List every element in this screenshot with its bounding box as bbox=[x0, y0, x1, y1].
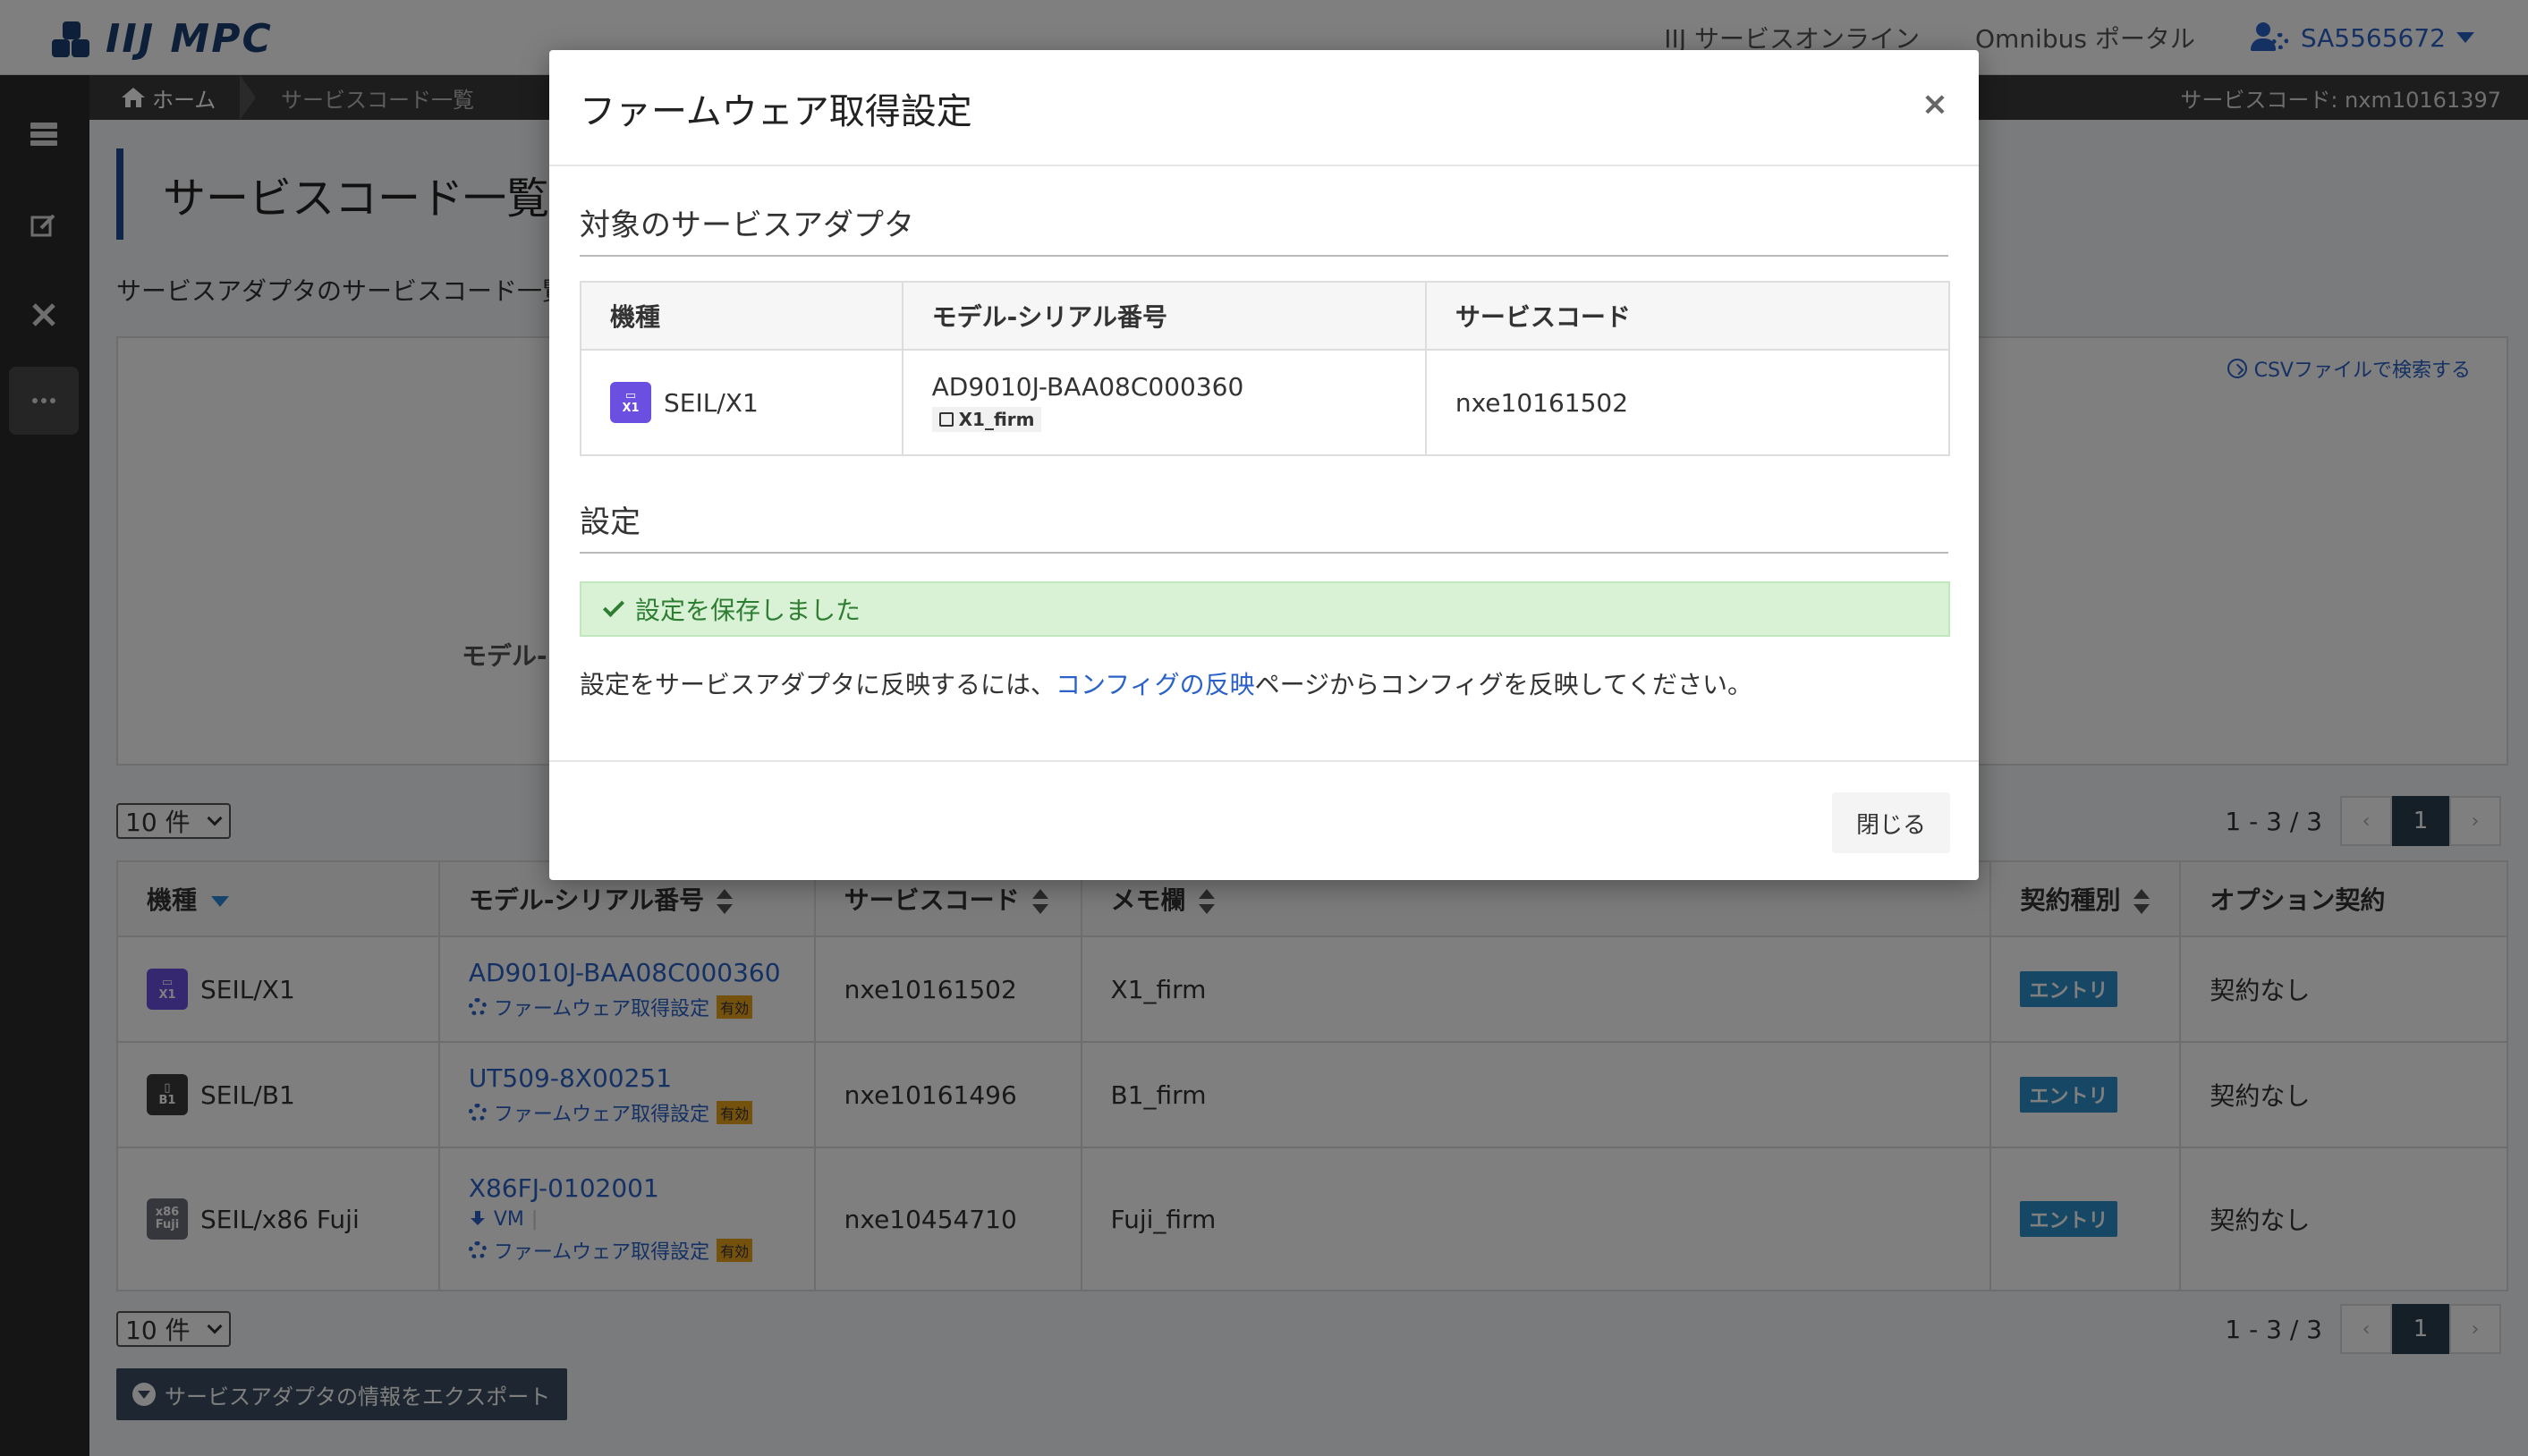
device-model: SEIL/X1 bbox=[664, 387, 759, 418]
seil-x1-icon: ▭X1 bbox=[610, 382, 651, 423]
config-apply-link[interactable]: コンフィグの反映 bbox=[1056, 670, 1255, 699]
memo-tag: X1_firm bbox=[931, 407, 1042, 432]
column-header-serial: モデル-シリアル番号 bbox=[901, 281, 1427, 351]
table-row: ▭ X1 SEIL/X1 AD9010J-BAA08C000360 X1_firm… bbox=[580, 349, 1951, 456]
target-adapter-table: 機種 モデル-シリアル番号 サービスコード ▭ X1 SEIL/X1 AD9010… bbox=[580, 281, 1951, 456]
close-button[interactable]: 閉じる bbox=[1832, 792, 1950, 853]
success-alert: 設定を保存しました bbox=[580, 581, 1950, 637]
target-section-title: 対象のサービスアダプタ bbox=[580, 200, 1948, 257]
settings-section-title: 設定 bbox=[580, 497, 1948, 554]
close-icon[interactable]: × bbox=[1921, 86, 1948, 123]
success-message: 設定を保存しました bbox=[635, 596, 861, 625]
service-code-cell: nxe10161502 bbox=[1424, 349, 1951, 456]
modal-header: ファームウェア取得設定 × bbox=[549, 50, 1979, 166]
memo-icon bbox=[938, 412, 954, 427]
modal-title: ファームウェア取得設定 bbox=[580, 91, 972, 132]
table-header-row: 機種 モデル-シリアル番号 サービスコード bbox=[580, 281, 1951, 351]
modal-footer: 閉じる bbox=[549, 760, 1979, 880]
column-header-service-code: サービスコード bbox=[1424, 281, 1951, 351]
serial-number: AD9010J-BAA08C000360 bbox=[931, 372, 1244, 402]
check-icon bbox=[602, 595, 625, 618]
column-header-model: 機種 bbox=[580, 281, 903, 351]
info-text: 設定をサービスアダプタに反映するには、コンフィグの反映ページからコンフィグを反映… bbox=[580, 670, 1752, 699]
firmware-settings-modal: ファームウェア取得設定 × 対象のサービスアダプタ 機種 モデル-シリアル番号 … bbox=[549, 50, 1979, 880]
device-cell: ▭X1 SEIL/X1 bbox=[610, 382, 902, 423]
